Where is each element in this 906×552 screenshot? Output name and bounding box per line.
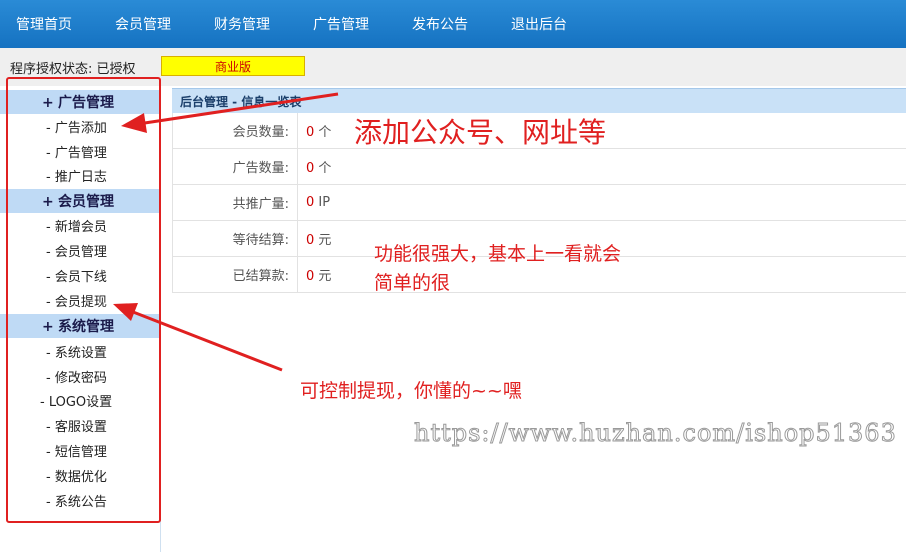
count-value: 0 xyxy=(306,269,315,284)
sidebar-group-ads[interactable]: + 广告管理 xyxy=(0,90,160,114)
count-value: 0 xyxy=(306,233,315,248)
plus-icon: + xyxy=(42,319,54,335)
info-table: 会员数量: 0 个 广告数量: 0 个 共推广量: 0 IP 等待结算: 0 元… xyxy=(172,113,906,293)
sidebar-item-sms[interactable]: - 短信管理 xyxy=(46,441,107,460)
table-row: 共推广量: 0 IP xyxy=(172,184,906,221)
status-bar: 程序授权状态: 已授权 商业版 xyxy=(0,48,906,86)
table-row: 等待结算: 0 元 xyxy=(172,220,906,257)
nav-announce[interactable]: 发布公告 xyxy=(412,0,468,48)
nav-finance[interactable]: 财务管理 xyxy=(214,0,270,48)
row-label: 共推广量: xyxy=(172,184,298,221)
nav-logout[interactable]: 退出后台 xyxy=(511,0,567,48)
sidebar-divider xyxy=(160,86,161,552)
nav-home[interactable]: 管理首页 xyxy=(16,0,72,48)
row-value: 0 个 xyxy=(297,148,906,185)
row-label: 会员数量: xyxy=(172,113,298,149)
count-value: 0 xyxy=(306,161,315,176)
sidebar-group-label: 会员管理 xyxy=(58,194,114,210)
sidebar-item-downline[interactable]: - 会员下线 xyxy=(46,266,107,285)
sidebar: + 广告管理 - 广告添加 - 广告管理 - 推广日志 + 会员管理 - 新增会… xyxy=(0,86,160,552)
sidebar-item-service-settings[interactable]: - 客服设置 xyxy=(46,416,107,435)
sidebar-group-members[interactable]: + 会员管理 xyxy=(0,189,160,213)
license-status: 程序授权状态: 已授权 xyxy=(10,62,136,77)
row-value: 0 IP xyxy=(297,184,906,221)
sidebar-item-logo-settings[interactable]: - LOGO设置 xyxy=(40,391,112,410)
sidebar-item-manage-ads[interactable]: - 广告管理 xyxy=(46,142,107,161)
sidebar-item-new-member[interactable]: - 新增会员 xyxy=(46,216,107,235)
table-row: 会员数量: 0 个 xyxy=(172,113,906,149)
sidebar-item-system-settings[interactable]: - 系统设置 xyxy=(46,342,107,361)
annotation-withdraw-control: 可控制提现，你懂的~~嘿 xyxy=(300,380,522,402)
table-row: 已结算款: 0 元 xyxy=(172,256,906,293)
nav-ads[interactable]: 广告管理 xyxy=(313,0,369,48)
page-title: 后台管理 - 信息一览表 xyxy=(180,95,302,109)
row-value: 0 个 xyxy=(297,113,906,149)
unit: 元 xyxy=(318,269,332,284)
nav-members[interactable]: 会员管理 xyxy=(115,0,171,48)
unit: IP xyxy=(318,195,331,210)
sidebar-item-withdraw[interactable]: - 会员提现 xyxy=(46,291,107,310)
sidebar-item-manage-members[interactable]: - 会员管理 xyxy=(46,241,107,260)
top-nav: 管理首页 会员管理 财务管理 广告管理 发布公告 退出后台 xyxy=(0,0,906,48)
row-value: 0 元 xyxy=(297,220,906,257)
plus-icon: + xyxy=(42,95,54,111)
sidebar-group-label: 广告管理 xyxy=(58,95,114,111)
sidebar-item-data-optimize[interactable]: - 数据优化 xyxy=(46,466,107,485)
sidebar-item-add-ad[interactable]: - 广告添加 xyxy=(46,117,107,136)
row-label: 已结算款: xyxy=(172,256,298,293)
unit: 元 xyxy=(318,233,332,248)
watermark: https://www.huzhan.com/ishop51363 xyxy=(414,419,897,448)
sidebar-item-promo-log[interactable]: - 推广日志 xyxy=(46,166,107,185)
table-row: 广告数量: 0 个 xyxy=(172,148,906,185)
row-label: 等待结算: xyxy=(172,220,298,257)
count-value: 0 xyxy=(306,125,315,140)
edition-badge: 商业版 xyxy=(161,56,305,76)
sidebar-item-change-password[interactable]: - 修改密码 xyxy=(46,367,107,386)
count-value: 0 xyxy=(306,195,315,210)
sidebar-group-label: 系统管理 xyxy=(58,319,114,335)
unit: 个 xyxy=(318,161,332,176)
unit: 个 xyxy=(318,125,332,140)
sidebar-group-system[interactable]: + 系统管理 xyxy=(0,314,160,338)
main-header: 后台管理 - 信息一览表 xyxy=(172,88,906,113)
row-label: 广告数量: xyxy=(172,148,298,185)
plus-icon: + xyxy=(42,194,54,210)
sidebar-item-system-notice[interactable]: - 系统公告 xyxy=(46,491,107,510)
row-value: 0 元 xyxy=(297,256,906,293)
